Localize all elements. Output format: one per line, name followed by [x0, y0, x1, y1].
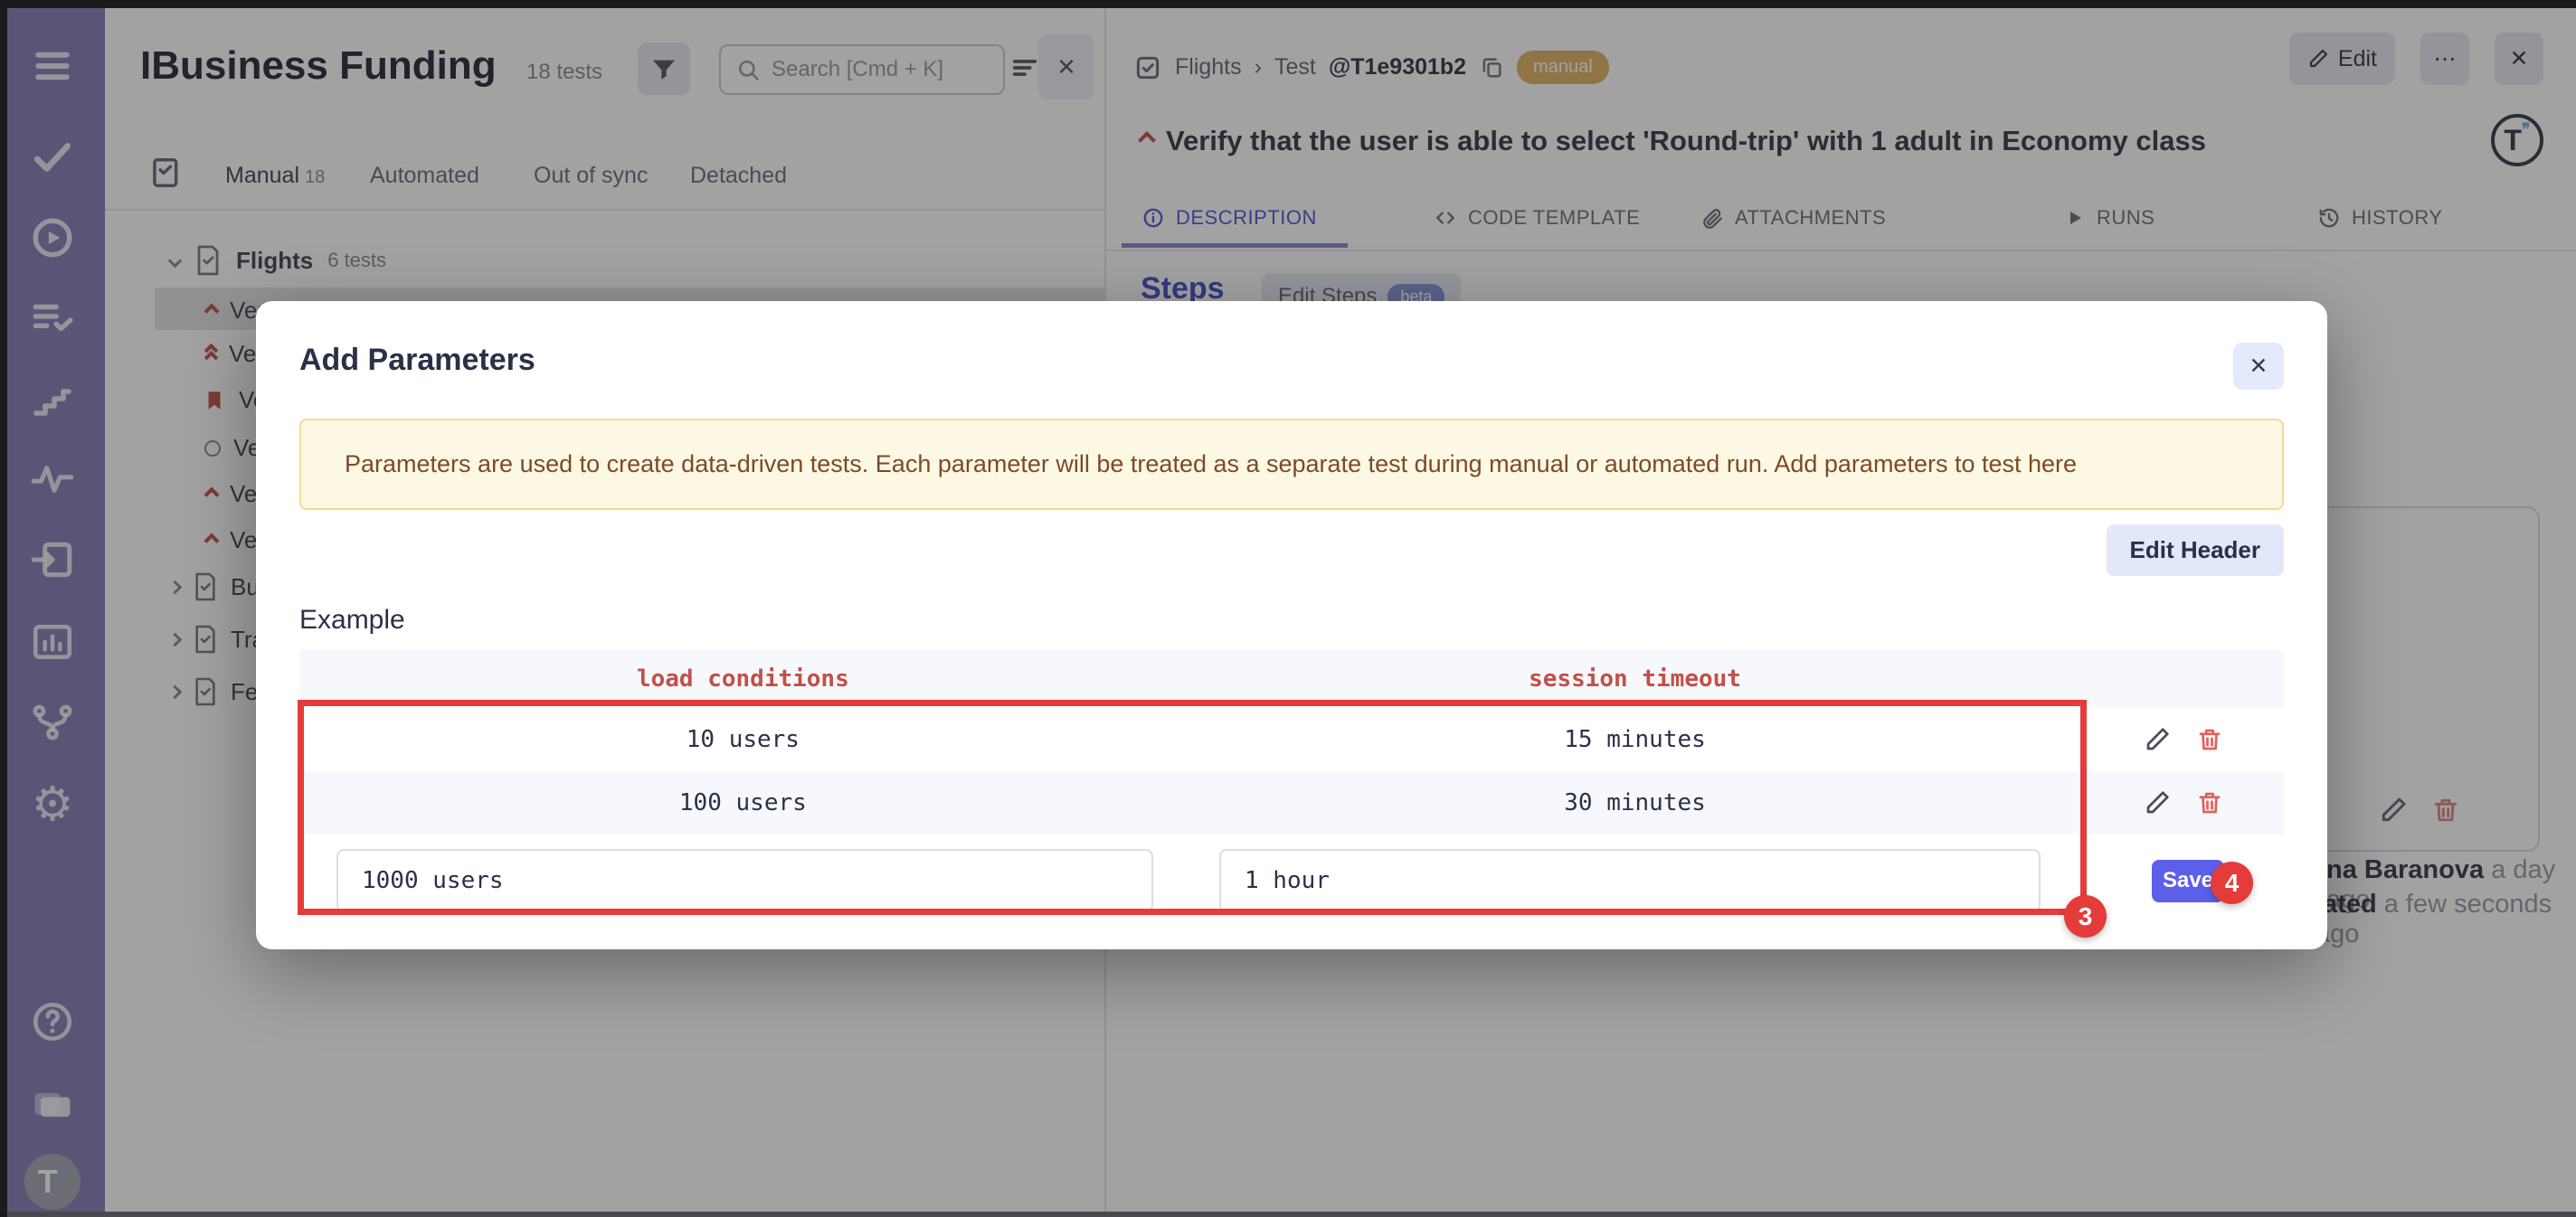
edit-row-icon[interactable] — [2144, 726, 2171, 753]
annotation-badge-3: 3 — [2064, 895, 2107, 938]
modal-close-button[interactable]: ✕ — [2233, 343, 2284, 390]
annotation-badge-4: 4 — [2211, 862, 2253, 904]
column-header-load-conditions: load conditions — [299, 665, 1187, 693]
close-icon: ✕ — [2249, 353, 2268, 380]
annotation-rectangle — [298, 700, 2087, 915]
edit-header-button[interactable]: Edit Header — [2107, 524, 2285, 576]
example-label: Example — [299, 605, 2284, 636]
info-banner: Parameters are used to create data-drive… — [299, 419, 2284, 510]
edit-row-icon[interactable] — [2144, 789, 2171, 816]
modal-title: Add Parameters — [299, 343, 535, 378]
window-edge-top — [0, 0, 2576, 8]
delete-row-icon[interactable] — [2196, 726, 2223, 753]
delete-row-icon[interactable] — [2196, 789, 2223, 816]
window-edge-bottom — [0, 1212, 2576, 1217]
window-edge-left — [0, 0, 7, 1217]
column-header-session-timeout: session timeout — [1187, 665, 2084, 693]
